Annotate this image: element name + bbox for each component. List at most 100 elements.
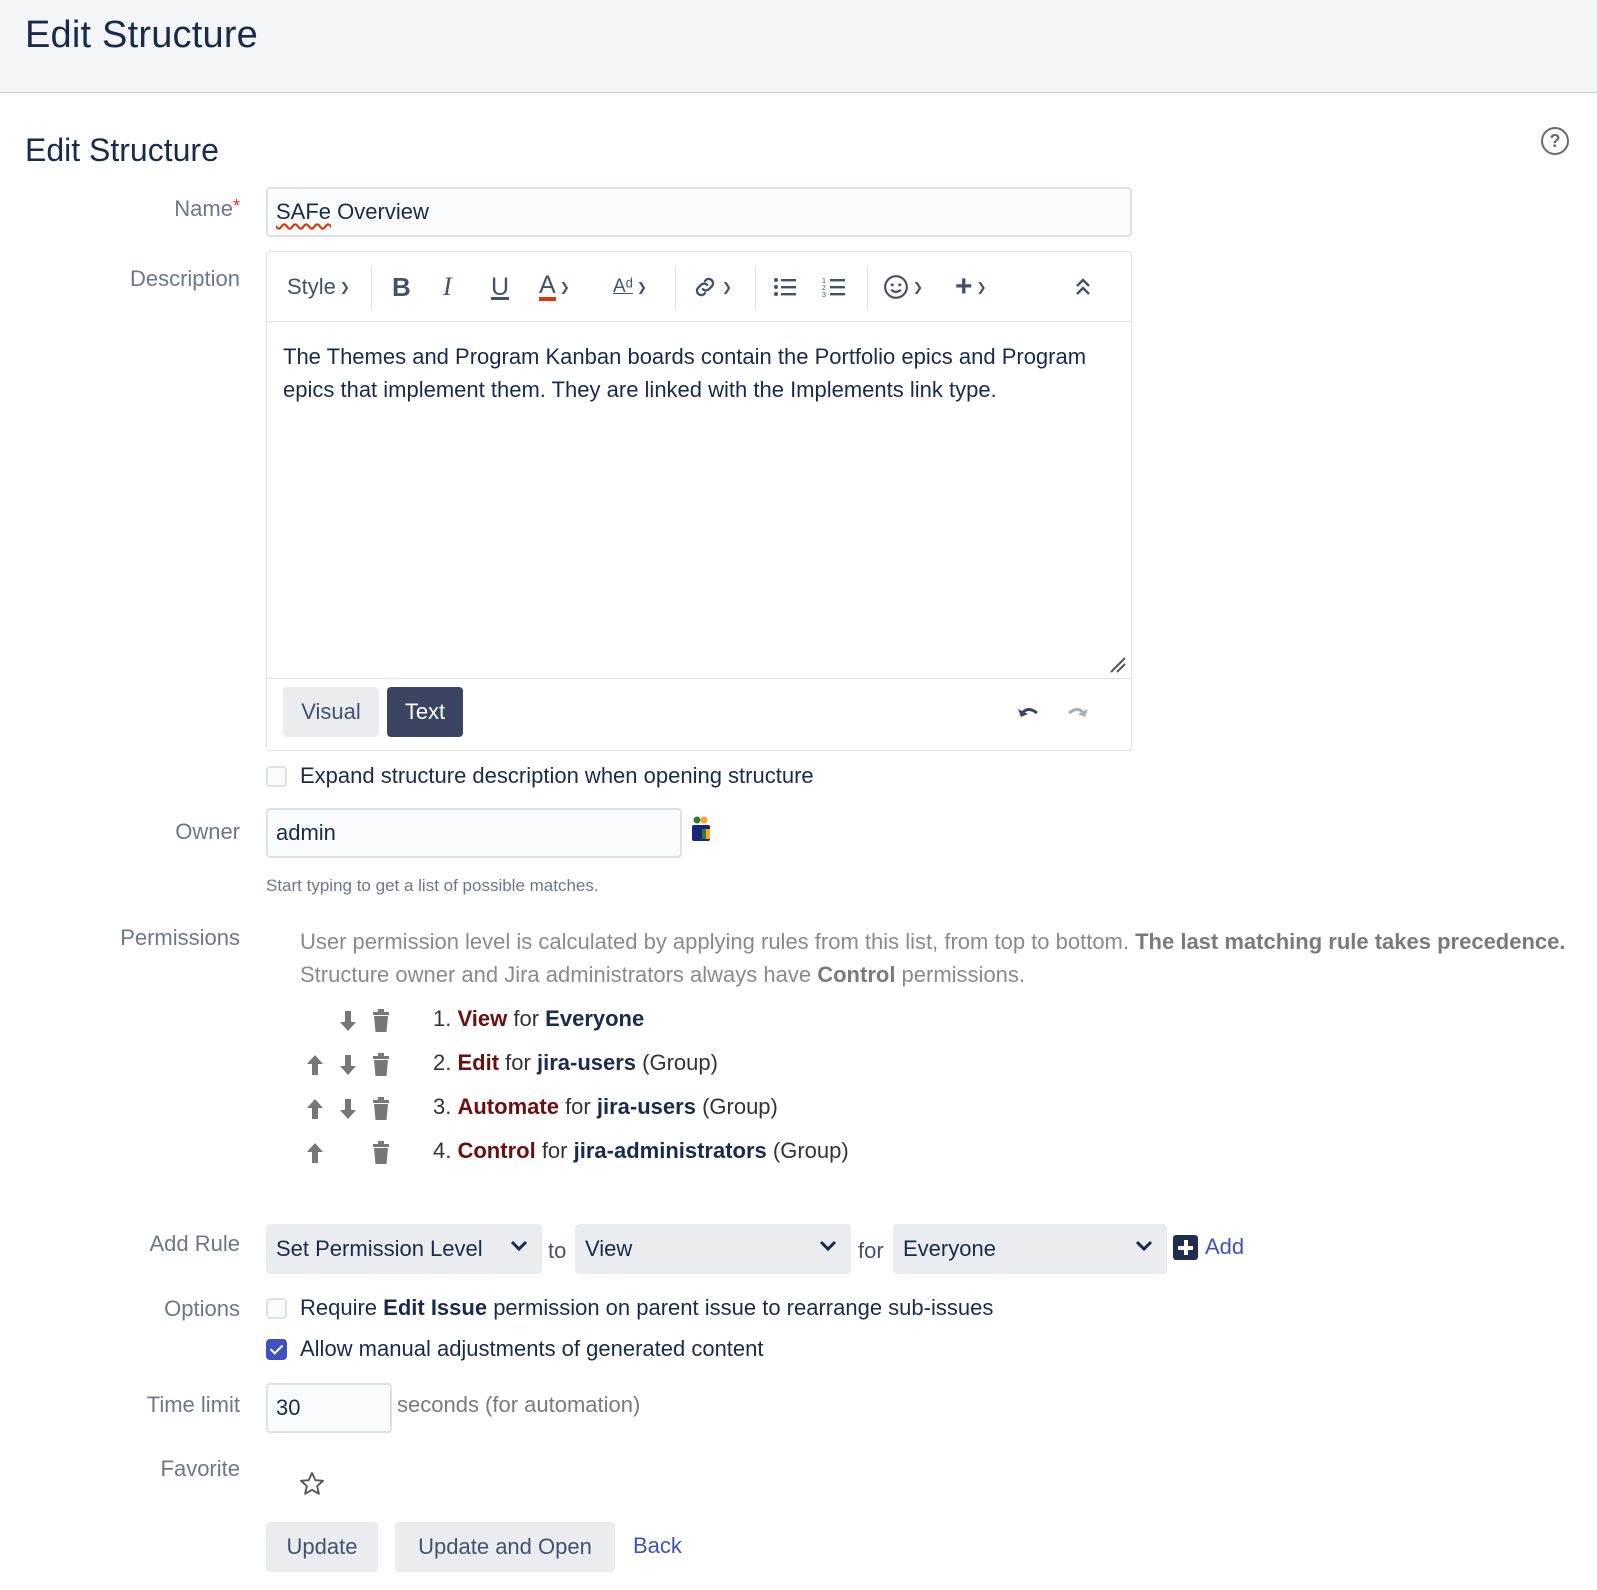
expand-description-checkbox[interactable] [266,766,287,787]
style-label: Style [287,274,336,299]
allow-manual-adjustments-checkbox[interactable] [266,1339,287,1360]
numbered-list-button[interactable]: 123 [822,252,846,322]
perm-intro-2: Structure owner and Jira administrators … [300,962,818,987]
rule-suffix: (Group) [702,1094,778,1119]
for-connector: for [858,1238,884,1263]
name-value: SAFe [276,199,332,224]
redo-icon[interactable] [1063,699,1091,727]
rule-connector: for [505,1050,531,1075]
owner-label: Owner [175,819,240,844]
italic-icon[interactable]: I [443,252,452,322]
add-rule-button[interactable]: Add [1173,1234,1244,1260]
bullet-list-icon [774,278,796,296]
require-pre: Require [300,1295,384,1320]
tab-text[interactable]: Text [387,687,463,737]
underline-icon[interactable]: U [491,252,509,322]
trash-icon[interactable] [370,1140,392,1166]
allow-manual-adjustments-label: Allow manual adjustments of generated co… [300,1336,764,1361]
rule-text: 4. Control for jira-administrators (Grou… [433,1138,849,1164]
arrow-up-icon[interactable] [304,1140,326,1166]
rule-connector: for [541,1138,568,1163]
tab-visual[interactable]: Visual [283,687,379,737]
plus-icon: + [955,270,973,303]
arrow-down-icon[interactable] [337,1096,359,1122]
numbered-list-icon: 123 [822,278,845,298]
arrow-down-icon[interactable] [337,1052,359,1078]
name-label-text: Name [174,196,233,221]
rule-suffix: (Group) [772,1138,849,1163]
header-title: Edit Structure [25,14,259,56]
rule-level: Edit [457,1050,500,1075]
owner-input[interactable]: admin [266,808,682,858]
time-limit-label: Time limit [146,1392,240,1417]
trash-icon[interactable] [370,1052,392,1078]
back-link[interactable]: Back [633,1533,682,1559]
rule-action-select[interactable]: Set Permission Level [266,1224,542,1274]
rule-subject: jira-users [536,1050,637,1075]
perm-intro-1: User permission level is calculated by a… [300,929,1136,954]
to-connector: to [548,1238,567,1263]
owner-value: admin [276,820,336,845]
insert-button[interactable]: + ❯ [955,252,987,322]
rule-number: 3. [433,1094,452,1119]
arrow-up-icon[interactable] [304,1052,326,1078]
double-chevron-up-icon [1076,278,1090,295]
emoji-button[interactable]: ❯ [883,252,923,322]
time-limit-input[interactable]: 30 [266,1383,392,1433]
toolbar-divider [755,266,756,310]
permissions-label: Permissions [120,925,240,950]
description-text: The Themes and Program Kanban boards con… [283,344,1087,402]
permission-rule: 1. View for Everyone [300,1006,1000,1042]
rule-level: Automate [457,1094,559,1119]
require-post: permission on parent issue to rearrange … [487,1295,994,1320]
favorite-label: Favorite [160,1456,240,1481]
editor-footer: Visual Text [267,678,1131,751]
text-color-icon: A [539,271,556,301]
trash-icon[interactable] [370,1096,392,1122]
description-textarea[interactable]: The Themes and Program Kanban boards con… [267,322,1131,678]
bold-icon[interactable]: B [392,252,411,322]
resize-handle-icon[interactable] [1109,656,1127,674]
perm-intro-bold2: Control [817,962,896,987]
bullet-list-button[interactable] [773,252,797,322]
collapse-toolbar-button[interactable] [1075,252,1091,322]
chevron-down-icon: ❯ [339,280,350,294]
toolbar-divider [675,266,676,310]
description-editor: Style ❯ B I U A ❯ Aᵈ ❯ ❯ 123 ❯ + ❯ The Theme… [266,251,1132,751]
rule-level: View [457,1006,508,1031]
arrow-down-icon[interactable] [337,1008,359,1034]
rule-subject-select[interactable]: Everyone [893,1224,1167,1274]
chevron-down-icon [1135,1240,1153,1252]
name-label: Name* [174,196,240,222]
perm-intro-3: permissions. [895,962,1026,987]
link-button[interactable]: ❯ [692,252,732,322]
plus-square-icon [1173,1234,1198,1260]
name-input[interactable]: SAFe Overview [266,187,1132,237]
rule-level: Control [457,1138,536,1163]
rule-text: 2. Edit for jira-users (Group) [433,1050,718,1076]
chevron-down-icon: ❯ [913,280,924,294]
undo-icon[interactable] [1015,699,1043,727]
rule-subject: jira-administrators [573,1138,767,1163]
update-and-open-button[interactable]: Update and Open [395,1522,615,1572]
chevron-down-icon: ❯ [976,280,987,294]
user-picker-icon[interactable] [688,815,716,843]
trash-icon[interactable] [370,1008,392,1034]
rule-level-select[interactable]: View [575,1224,851,1274]
question-circle-icon[interactable]: ? [1541,127,1569,155]
style-dropdown[interactable]: Style ❯ [287,252,350,322]
arrow-up-icon[interactable] [304,1096,326,1122]
text-format-button[interactable]: Aᵈ ❯ [613,252,647,322]
svg-text:2: 2 [822,285,826,292]
toolbar-divider [867,266,868,310]
require-edit-issue-label: Require Edit Issue permission on parent … [300,1295,993,1321]
rule-number: 2. [433,1050,452,1075]
require-edit-issue-checkbox[interactable] [266,1298,287,1319]
permission-rule: 2. Edit for jira-users (Group) [300,1050,1000,1086]
expand-description-label: Expand structure description when openin… [300,763,814,788]
star-icon[interactable] [298,1470,326,1498]
owner-hint: Start typing to get a list of possible m… [266,876,599,895]
rule-text: 3. Automate for jira-users (Group) [433,1094,778,1120]
update-button[interactable]: Update [266,1522,378,1572]
text-color-button[interactable]: A ❯ [539,252,570,322]
